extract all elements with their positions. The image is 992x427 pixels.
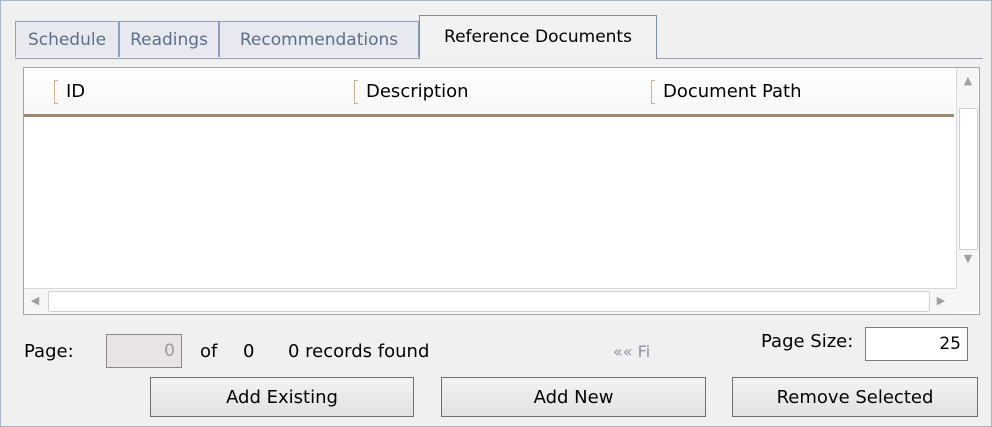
reference-documents-panel: Schedule Readings Recommendations Refere… [0, 0, 992, 427]
scroll-up-icon[interactable]: ▲ [957, 74, 979, 87]
scroll-down-icon[interactable]: ▼ [957, 252, 979, 265]
of-label: of [200, 341, 218, 362]
horizontal-scrollbar[interactable]: ◀ ▶ [24, 288, 956, 313]
scroll-corner [956, 288, 978, 312]
vertical-scrollbar[interactable]: ▲ ▼ [956, 68, 979, 288]
vertical-scroll-thumb[interactable] [959, 108, 978, 250]
tab-strip: Schedule Readings Recommendations Refere… [15, 15, 985, 59]
horizontal-scroll-thumb[interactable] [48, 291, 930, 312]
tab-readings[interactable]: Readings [119, 21, 219, 57]
scroll-left-icon[interactable]: ◀ [24, 294, 46, 307]
page-size-input[interactable] [865, 327, 968, 361]
tab-recommendations[interactable]: Recommendations [219, 21, 419, 57]
grid-header: ID Description Document Path [24, 68, 954, 117]
scroll-right-icon[interactable]: ▶ [930, 294, 952, 307]
page-label: Page: [24, 341, 74, 362]
add-new-button[interactable]: Add New [441, 377, 706, 417]
add-existing-button[interactable]: Add Existing [150, 377, 414, 417]
first-page-link[interactable]: «« Fi [613, 342, 650, 361]
documents-grid[interactable]: ID Description Document Path ▲ ▼ ◀ ▶ [23, 67, 980, 315]
tab-schedule[interactable]: Schedule [15, 21, 119, 57]
records-found-text: 0 records found [288, 341, 430, 362]
total-pages-value: 0 [243, 341, 255, 362]
column-header-id[interactable]: ID [56, 68, 352, 114]
remove-selected-button[interactable]: Remove Selected [732, 377, 978, 417]
page-number-input[interactable] [106, 334, 182, 368]
column-header-document-path[interactable]: Document Path [653, 68, 949, 114]
page-size-label: Page Size: [761, 331, 854, 352]
column-header-description[interactable]: Description [356, 68, 652, 114]
tab-reference-documents[interactable]: Reference Documents [419, 15, 657, 59]
